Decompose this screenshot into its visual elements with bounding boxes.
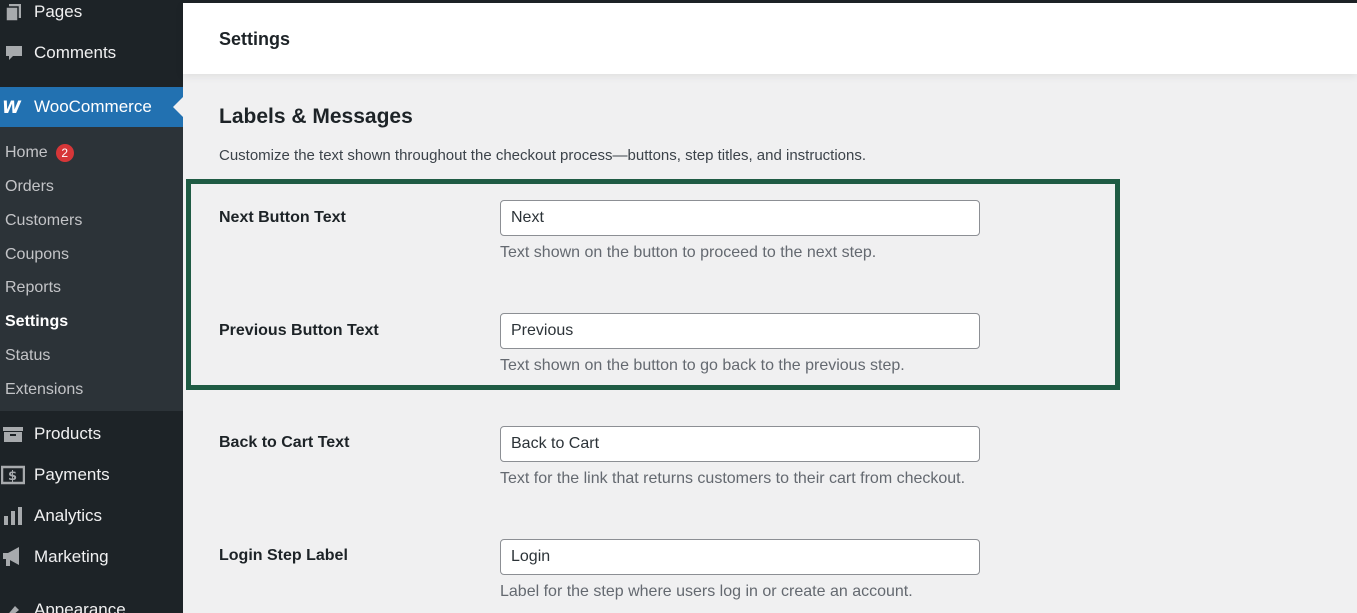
submenu-coupons-label: Coupons [5,246,70,263]
next-button-text-help: Text shown on the button to proceed to t… [500,244,877,261]
pages-icon [2,0,26,24]
menu-woocommerce[interactable]: W WooCommerce [0,87,183,127]
submenu-extensions[interactable]: Extensions [5,381,83,399]
menu-pages[interactable]: Pages [0,0,183,32]
back-to-cart-text-input[interactable] [500,426,980,462]
menu-marketing-label: Marketing [34,547,109,566]
page-title: Settings [219,29,291,49]
page-header: Settings [183,3,1357,74]
svg-text:$: $ [8,469,17,484]
submenu-home[interactable]: Home 2 [5,144,74,162]
payments-icon: $ [1,463,25,487]
menu-products-label: Products [34,424,102,443]
menu-pages-label: Pages [34,2,83,21]
products-icon [1,422,25,446]
submenu-orders-label: Orders [5,178,54,195]
submenu-extensions-label: Extensions [5,381,84,398]
submenu-reports[interactable]: Reports [5,279,61,297]
menu-comments-label: Comments [34,43,117,62]
menu-appearance-label: Appearance [34,600,126,613]
submenu-customers[interactable]: Customers [5,212,82,230]
next-button-text-input[interactable] [500,200,980,236]
submenu-orders[interactable]: Orders [5,178,54,196]
next-button-text-label: Next Button Text [219,209,346,226]
menu-payments-label: Payments [34,465,110,484]
section-title: Labels & Messages [219,105,413,128]
submenu-home-label: Home [5,144,48,161]
menu-marketing[interactable]: Marketing [0,537,183,577]
login-step-label-help: Label for the step where users log in or… [500,583,913,600]
menu-payments[interactable]: $ Payments [0,455,183,495]
login-step-label-input[interactable] [500,539,980,575]
marketing-icon [1,545,25,569]
login-step-label-label: Login Step Label [219,547,348,564]
submenu-settings-label: Settings [5,313,69,330]
admin-sidebar: Pages Comments W WooCommerce Home 2 Orde… [0,0,183,613]
submenu-settings[interactable]: Settings [5,313,68,331]
current-menu-arrow [173,97,183,117]
analytics-icon [1,504,25,528]
back-to-cart-text-help: Text for the link that returns customers… [500,470,966,487]
svg-text:W: W [2,98,22,117]
previous-button-text-label: Previous Button Text [219,322,379,339]
submenu-reports-label: Reports [5,279,62,296]
woocommerce-submenu: Home 2 Orders Customers Coupons Reports … [0,127,183,411]
submenu-status[interactable]: Status [5,347,50,365]
appearance-icon [1,598,25,613]
previous-button-text-help: Text shown on the button to go back to t… [500,357,905,374]
submenu-status-label: Status [5,347,51,364]
menu-woocommerce-label: WooCommerce [34,97,152,116]
section-description: Customize the text shown throughout the … [219,147,867,164]
comments-icon [2,41,26,65]
menu-analytics[interactable]: Analytics [0,496,183,536]
woocommerce-icon: W [2,95,26,119]
menu-analytics-label: Analytics [34,506,103,525]
notification-badge: 2 [55,144,74,162]
submenu-customers-label: Customers [5,212,83,229]
menu-appearance[interactable]: Appearance [0,590,183,613]
previous-button-text-input[interactable] [500,313,980,349]
menu-products[interactable]: Products [0,414,183,454]
menu-comments[interactable]: Comments [0,33,183,73]
back-to-cart-text-label: Back to Cart Text [219,434,350,451]
submenu-coupons[interactable]: Coupons [5,246,69,264]
